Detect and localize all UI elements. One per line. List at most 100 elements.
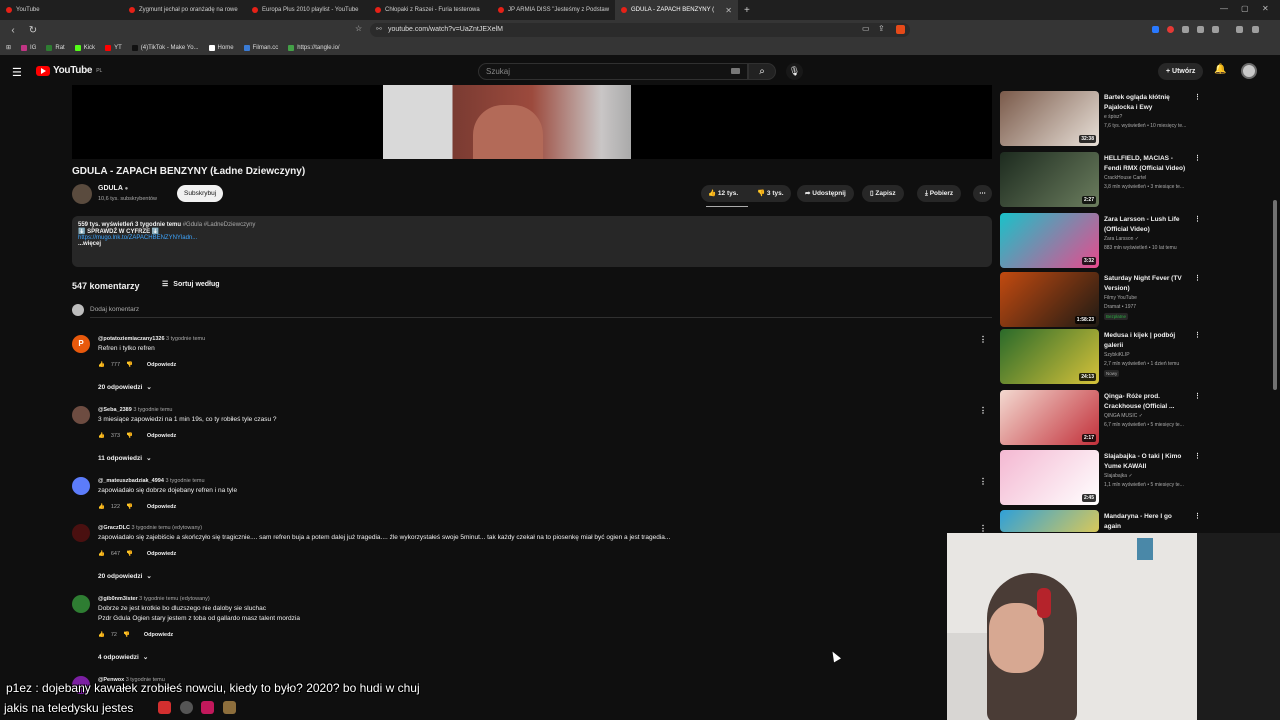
bookmark-item[interactable]: IG [21,44,36,51]
media-icon[interactable] [1236,26,1243,33]
like-button[interactable]: 👍 12 tys. [708,185,738,202]
video-menu-icon[interactable]: ⋮ [1194,392,1201,400]
bookmark-item[interactable]: Filman.cc [243,44,278,51]
share-page-icon[interactable]: ⇪ [878,24,885,33]
comment-menu-icon[interactable]: ⋮ [979,335,987,344]
video-thumbnail[interactable]: 3:32 [1000,213,1099,268]
save-button[interactable]: ▯ Zapisz [862,185,904,202]
video-menu-icon[interactable]: ⋮ [1194,215,1201,223]
add-comment-input[interactable]: Dodaj komentarz [90,306,139,313]
video-menu-icon[interactable]: ⋮ [1194,93,1201,101]
channel-avatar[interactable] [72,184,92,204]
reply-button[interactable]: Odpowiedz [144,632,173,638]
video-frame[interactable] [383,85,631,159]
download-button[interactable]: ⤓ Pobierz [917,185,962,202]
reply-button[interactable]: Odpowiedz [147,504,176,510]
comment-dislike-icon[interactable]: 👎 [126,551,133,557]
hamburger-menu-icon[interactable]: ☰ [12,66,22,79]
related-video-title[interactable]: Zara Larsson - Lush Life (Official Video… [1104,215,1190,234]
site-info-icon[interactable]: ⚯ [376,23,382,37]
reply-button[interactable]: Odpowiedz [147,433,176,439]
comment-avatar[interactable]: P [72,335,90,353]
close-tab-icon[interactable]: ✕ [725,6,732,15]
comment-menu-icon[interactable]: ⋮ [979,477,987,486]
create-button[interactable]: + Utwórz [1158,63,1204,80]
comment-like-icon[interactable]: 👍 [98,632,105,638]
related-video-title[interactable]: Saturday Night Fever (TV Version) [1104,274,1190,293]
extension-icon[interactable] [1182,26,1189,33]
related-video-channel[interactable]: QINGA MUSIC ✓ [1104,413,1143,419]
extension-icon[interactable] [1152,26,1159,33]
url-field[interactable]: ⚯ youtube.com/watch?v=UaZntJEXelM [370,23,910,37]
minimize-icon[interactable]: — [1220,4,1228,13]
related-video-channel[interactable]: Slajabajka ✓ [1104,473,1133,479]
comment-dislike-icon[interactable]: 👎 [126,504,133,510]
related-video-title[interactable]: Slajabajka - O taki | Kimo Yume KAWAII [1104,452,1190,471]
related-video-title[interactable]: Medusa i kijek | podbój galerii [1104,331,1190,350]
channel-name[interactable]: GDULA ● [98,185,128,192]
comment-username[interactable]: @gib0nm3ister [98,596,138,602]
related-video-channel[interactable]: Filmy YouTube [1104,295,1137,301]
video-menu-icon[interactable]: ⋮ [1194,512,1201,520]
video-thumbnail[interactable]: 2:17 [1000,390,1099,445]
video-thumbnail[interactable] [1000,510,1099,532]
related-video-title[interactable]: Qinga- Róże prod. Crackhouse (Official .… [1104,392,1190,411]
share-button[interactable]: ➦ Udostępnij [797,185,854,202]
comment-author[interactable]: @_mateuszbadziak_4994 3 tygodnie temu [98,478,205,484]
view-replies-button[interactable]: 11 odpowiedzi ⌄ [98,454,152,463]
comment-like-icon[interactable]: 👍 [98,362,105,368]
comment-avatar[interactable] [72,406,90,424]
comment-like-icon[interactable]: 👍 [98,433,105,439]
youtube-logo[interactable]: YouTube PL [36,65,102,76]
bookmark-item[interactable]: Home [208,44,234,51]
notifications-bell-icon[interactable]: 🔔 [1214,64,1226,75]
video-thumbnail[interactable]: 2:27 [1000,152,1099,207]
description-box[interactable]: 559 tys. wyświetleń 3 tygodnie temu #Gdu… [72,216,992,267]
video-menu-icon[interactable]: ⋮ [1194,274,1201,282]
keyboard-icon[interactable] [731,68,740,74]
browser-tab[interactable]: Europa Plus 2010 playlist - YouTube [246,0,369,20]
comment-author[interactable]: @potatoziemiaczany1326 3 tygodnie temu [98,336,205,342]
maximize-icon[interactable]: ▢ [1241,4,1249,13]
back-icon[interactable]: ‹ [6,25,20,36]
browser-tab[interactable]: Zygmunt jechał po oranżadę na rowe [123,0,246,20]
record-icon[interactable] [1167,26,1174,33]
reload-icon[interactable]: ↻ [26,25,40,36]
related-video-channel[interactable]: Zara Larsson ✓ [1104,236,1139,242]
extension-icon[interactable] [1197,26,1204,33]
comment-username[interactable]: @GraczDLC [98,525,130,531]
comment-author[interactable]: @GraczDLC 3 tygodnie temu (edytowany) [98,525,202,531]
browser-tab[interactable]: Chłopaki z Raszei - Furia testerowa [369,0,492,20]
more-actions-button[interactable]: ⋯ [973,185,992,202]
new-tab-button[interactable]: + [744,5,750,16]
bookmark-star-icon[interactable]: ☆ [355,24,362,33]
bookmark-item[interactable]: (4)TikTok - Make Yo... [131,44,199,51]
comment-like-icon[interactable]: 👍 [98,504,105,510]
related-video-channel[interactable]: SzybkiKLIP [1104,352,1130,358]
bookmark-item[interactable]: https://tangle.io/ [288,44,340,51]
cast-icon[interactable]: ▭ [862,24,870,33]
subscribe-button[interactable]: Subskrybuj [177,185,224,202]
dislike-button[interactable]: 👎 3 tys. [757,185,784,202]
voice-search-button[interactable]: 🎙 [786,63,803,80]
bookmark-item[interactable]: Kick [74,44,95,51]
view-replies-button[interactable]: 20 odpowiedzi ⌄ [98,572,152,581]
video-thumbnail[interactable]: 1:58:23 [1000,272,1099,327]
video-thumbnail[interactable]: 32:38 [1000,91,1099,146]
comment-avatar[interactable] [72,524,90,542]
browser-tab[interactable]: JP ARMIA DISS "Jesteśmy z Podstaw [492,0,615,20]
view-replies-button[interactable]: 20 odpowiedzi ⌄ [98,383,152,392]
comment-dislike-icon[interactable]: 👎 [123,632,130,638]
reply-button[interactable]: Odpowiedz [147,362,176,368]
related-video-title[interactable]: Mandaryna - Here I go again [1104,512,1190,531]
view-replies-button[interactable]: 4 odpowiedzi ⌄ [98,653,148,662]
comment-dislike-icon[interactable]: 👎 [126,433,133,439]
page-scrollbar[interactable] [1273,200,1277,390]
related-video-channel[interactable]: CrackHouse Cartel [1104,175,1146,181]
browser-tab[interactable]: YouTube [0,0,123,20]
bookmark-item[interactable]: YT [105,44,122,51]
sort-comments-button[interactable]: ☰ Sortuj według [162,280,220,289]
comment-dislike-icon[interactable]: 👎 [126,362,133,368]
reply-button[interactable]: Odpowiedz [147,551,176,557]
comment-author[interactable]: @gib0nm3ister 3 tygodnie temu (edytowany… [98,596,210,602]
